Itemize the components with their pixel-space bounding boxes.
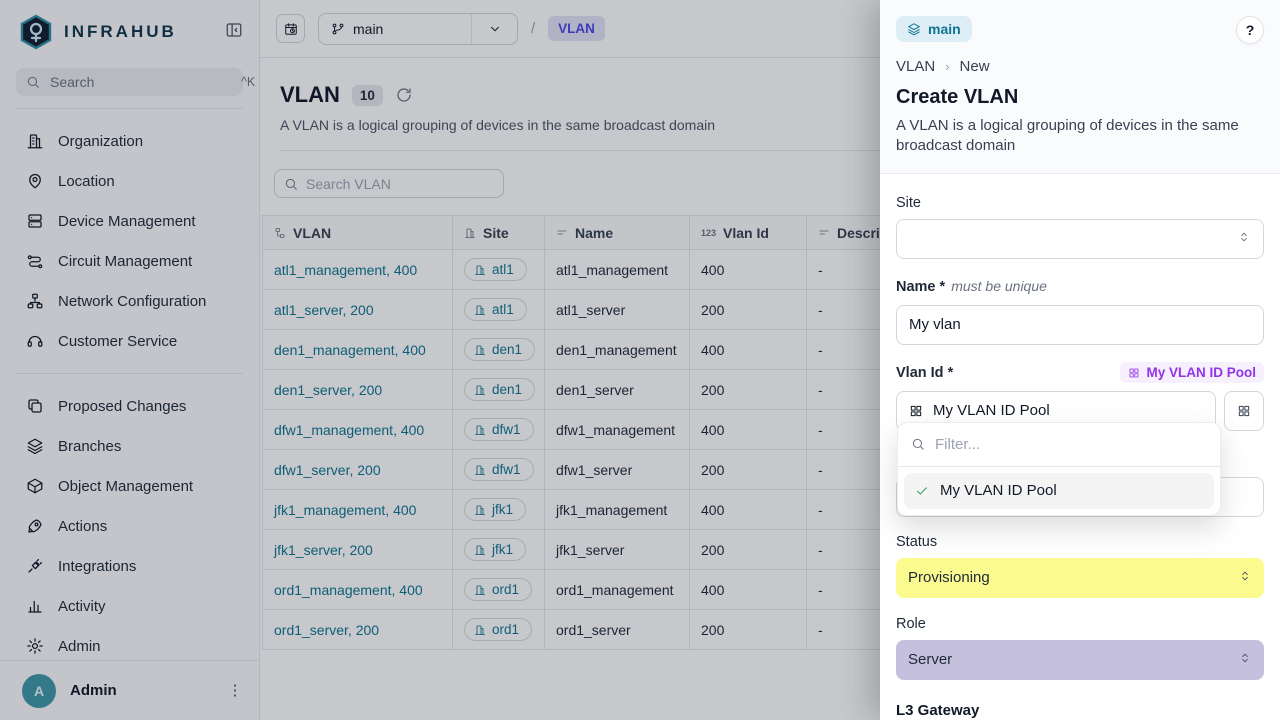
status-label: Status — [896, 534, 1264, 550]
drawer-breadcrumb: VLAN › New — [896, 58, 1264, 75]
search-icon — [911, 437, 925, 451]
pool-badge: My VLAN ID Pool — [1120, 362, 1264, 383]
vlan-id-value: My VLAN ID Pool — [933, 402, 1050, 419]
modal-backdrop[interactable] — [0, 0, 880, 720]
dropdown-filter[interactable] — [898, 423, 1220, 467]
name-label: Name *must be unique — [896, 278, 1047, 295]
role-value: Server — [908, 651, 952, 668]
breadcrumb-parent[interactable]: VLAN — [896, 58, 935, 75]
status-select[interactable]: Provisioning — [896, 558, 1264, 598]
pool-dropdown: My VLAN ID Pool — [897, 422, 1221, 516]
site-label: Site — [896, 195, 1264, 211]
help-button[interactable]: ? — [1236, 16, 1264, 44]
dropdown-option-selected[interactable]: My VLAN ID Pool — [904, 473, 1214, 509]
status-value: Provisioning — [908, 569, 990, 586]
site-select[interactable] — [896, 219, 1264, 259]
role-label: Role — [896, 616, 1264, 632]
grid-icon — [909, 404, 923, 418]
grid-icon — [1128, 367, 1140, 379]
l3-gateway-section-title: L3 Gateway — [896, 702, 1264, 719]
breadcrumb-separator: › — [945, 59, 949, 74]
breadcrumb-current: New — [960, 58, 990, 75]
chevrons-up-down-icon — [1238, 651, 1252, 669]
drawer-title: Create VLAN — [896, 86, 1264, 109]
dropdown-filter-input[interactable] — [935, 436, 1207, 453]
name-field[interactable] — [896, 305, 1264, 345]
chevrons-up-down-icon — [1237, 230, 1251, 248]
name-hint: must be unique — [951, 278, 1047, 294]
layers-icon — [907, 22, 921, 36]
create-vlan-drawer: main ? VLAN › New Create VLAN A VLAN is … — [880, 0, 1280, 720]
chevrons-up-down-icon — [1238, 569, 1252, 587]
role-select[interactable]: Server — [896, 640, 1264, 680]
check-icon — [915, 484, 929, 498]
create-vlan-form: Site Name *must be unique Vlan Id * My V… — [880, 174, 1280, 720]
drawer-header: main ? VLAN › New Create VLAN A VLAN is … — [880, 0, 1280, 174]
name-input[interactable] — [909, 316, 1251, 333]
pool-picker-button[interactable] — [1224, 391, 1264, 431]
drawer-subtitle: A VLAN is a logical grouping of devices … — [896, 116, 1264, 157]
grid-icon — [1237, 404, 1251, 418]
vlan-id-label: Vlan Id * — [896, 365, 953, 381]
branch-chip: main — [896, 16, 972, 42]
